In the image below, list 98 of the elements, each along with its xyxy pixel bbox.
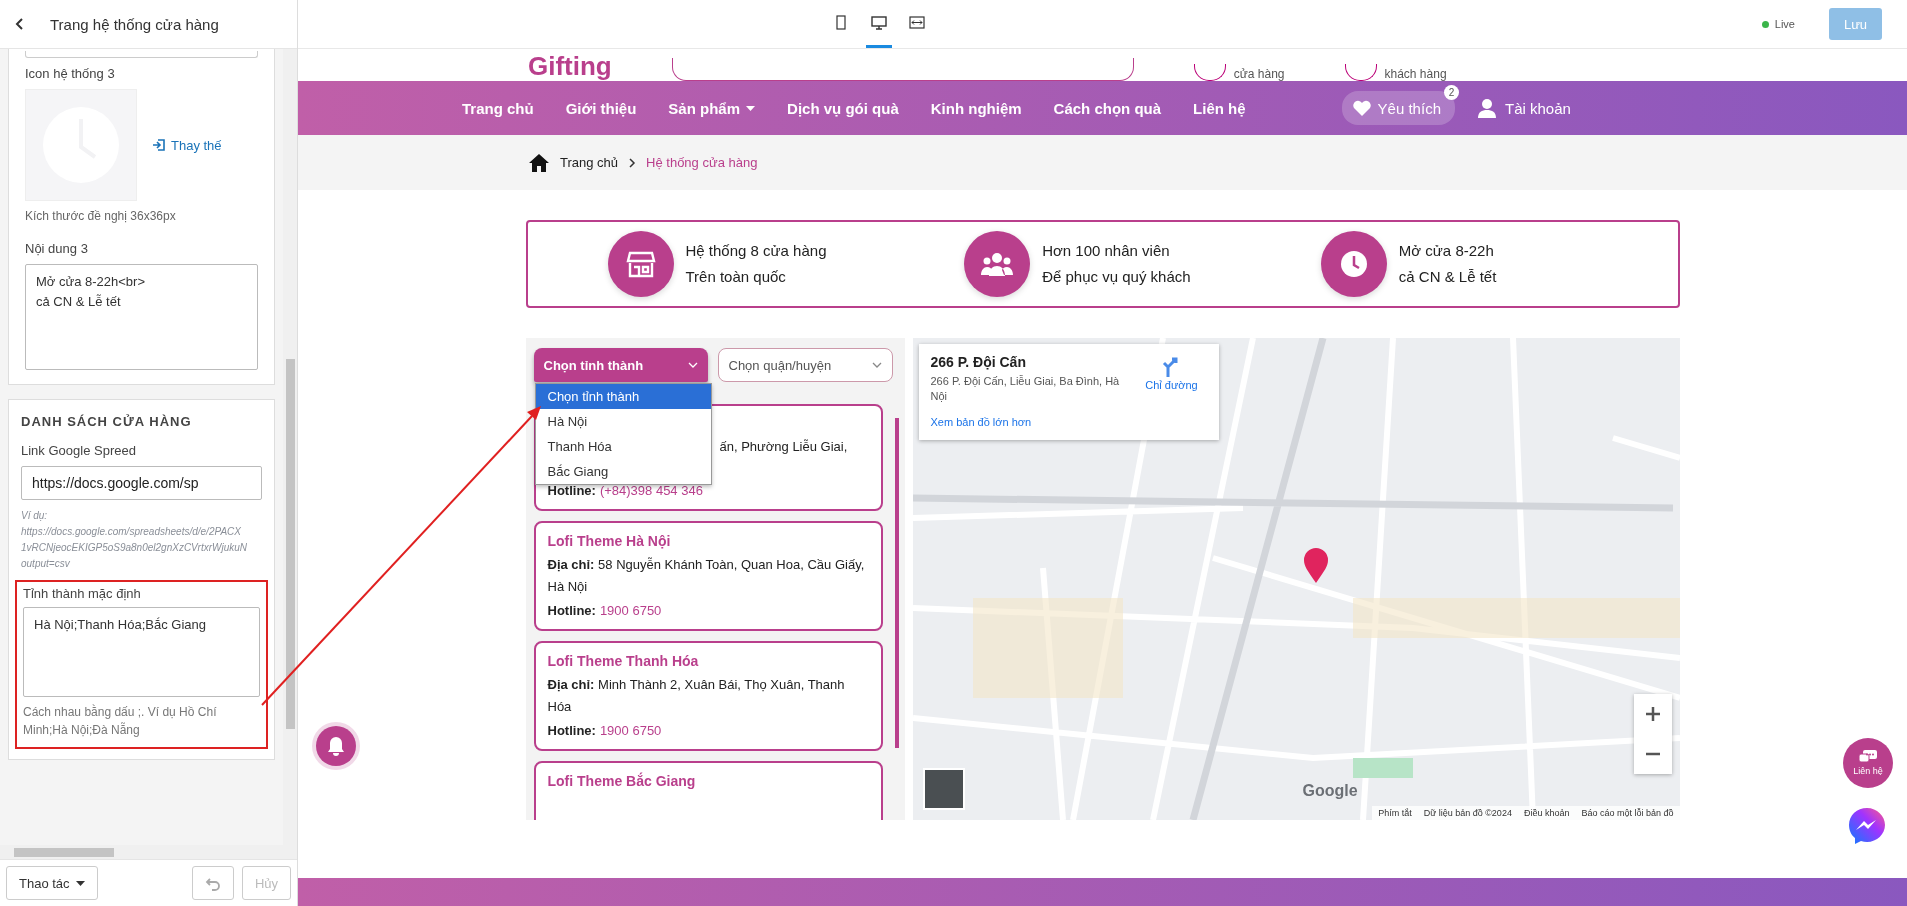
feature-title: Hệ thống 8 cửa hàng <box>685 241 827 261</box>
heart-icon <box>1351 99 1372 117</box>
people-icon <box>981 251 1014 277</box>
satellite-thumbnail[interactable] <box>922 768 965 810</box>
feature-subtitle: Trên toàn quốc <box>685 267 787 287</box>
caret-icon <box>746 105 756 111</box>
count-badge: 2 <box>1444 85 1459 100</box>
enter-arrow-icon <box>151 137 167 153</box>
hotline-number: 1900 6750 <box>599 722 662 740</box>
store-name: Lofi Theme Thanh Hóa <box>547 652 700 671</box>
bell-icon <box>327 736 345 756</box>
store-card[interactable]: Lofi Theme Thanh Hóa Địa chỉ: Minh Thành 2, Xuân Bái, Thọ Xuân, Thanh Hóa Hotline: 1900 6750 <box>533 641 883 751</box>
chat-icon <box>1859 750 1877 764</box>
zoom-in-button[interactable] <box>1633 694 1672 734</box>
map-footer-link[interactable]: Phím tắt <box>1378 808 1412 818</box>
expand-width-icon <box>909 14 925 31</box>
nav-item[interactable]: Kinh nghiệm <box>914 99 1038 117</box>
account-link[interactable]: Tài khoản <box>1471 97 1577 119</box>
province-textarea[interactable]: Hà Nội;Thanh Hóa;Bắc Giang <box>23 607 260 697</box>
larger-map-link[interactable]: Xem bản đồ lớn hơn <box>930 416 1127 428</box>
notification-button[interactable] <box>316 726 356 766</box>
store-address: Địa chỉ: Minh Thành 2, Xuân Bái, Thọ Xuân, Thanh Hóa <box>547 676 846 716</box>
nav-item[interactable]: Giới thiệu <box>549 99 653 117</box>
feature-title: Hơn 100 nhân viên <box>1042 241 1171 261</box>
header-link[interactable]: cửa hàng <box>1233 67 1285 81</box>
header-link[interactable]: khách hàng <box>1384 67 1447 81</box>
hotline-number: 1900 6750 <box>599 602 662 620</box>
example-text: 1vRCNjeocEKIGP5oS9a8n0el2gnXzCVrtxrWjukuN <box>21 541 249 555</box>
field-label: Tỉnh thành mặc định <box>23 586 142 601</box>
undo-icon <box>204 875 221 891</box>
hotline-label: Hotline: <box>547 482 596 500</box>
chevron-icon <box>628 157 637 168</box>
textarea-field[interactable] <box>25 51 258 58</box>
link-input[interactable]: https://docs.google.com/sp <box>21 466 262 500</box>
store-card[interactable]: Lofi Theme Bắc Giang <box>533 761 883 820</box>
nav-item[interactable]: Sản phẩm <box>652 99 772 117</box>
messenger-icon <box>1847 806 1887 846</box>
field-label: Link Google Spreed <box>21 443 137 458</box>
example-text: output=csv <box>21 557 71 571</box>
store-card[interactable]: Lofi Theme Hà Nội Địa chỉ: 58 Nguyễn Khánh Toàn, Quan Hoa, Cầu Giấy, Hà Nội Hotline: 1900 6750 <box>533 521 883 631</box>
map-footer-link[interactable]: Điều khoản <box>1523 808 1570 818</box>
field-hint: Cách nhau bằng dấu ;. Ví dụ Hồ Chí Minh;Hà Nội;Đà Nẵng <box>23 703 218 739</box>
breadcrumb-current: Hệ thống cửa hàng <box>646 155 758 170</box>
nav-item[interactable]: Trang chủ <box>446 99 550 117</box>
nav-item[interactable]: Dịch vụ gói quà <box>771 99 915 117</box>
dropdown-option[interactable]: Chọn tỉnh thành <box>535 384 711 409</box>
hotline-number: (+84)398 454 346 <box>599 482 703 500</box>
contact-button[interactable]: Liên hệ <box>1843 738 1893 788</box>
place-title: 266 P. Đội Cấn <box>930 354 1027 370</box>
list-scrollbar[interactable] <box>894 418 899 748</box>
vertical-scrollbar[interactable] <box>283 49 297 859</box>
place-address: 266 P. Đội Cấn, Liễu Giai, Ba Đình, Hà Nội <box>930 374 1121 404</box>
example-text: https://docs.google.com/spreadsheets/d/e/2PACX <box>21 525 242 539</box>
site-logo[interactable]: Gifting <box>528 51 612 81</box>
feature-subtitle: Để phục vụ quý khách <box>1042 267 1191 287</box>
feature-title: Mở cửa 8-22h <box>1398 241 1495 261</box>
store-name: Lofi Theme Bắc Giang <box>547 771 697 791</box>
size-hint: Kích thước đề nghị 36x36px <box>25 209 177 223</box>
feature-subtitle: cả CN & Lễ tết <box>1398 267 1497 287</box>
replace-link[interactable]: Thay thế <box>151 137 222 153</box>
live-status: Live <box>1761 18 1795 30</box>
caret-icon <box>75 880 85 886</box>
example-text: Ví dụ: <box>21 509 49 523</box>
nav-item[interactable]: Cách chọn quà <box>1037 99 1178 117</box>
store-name: Lofi Theme Hà Nội <box>547 532 672 551</box>
dropdown-option[interactable]: Hà Nội <box>535 409 711 434</box>
actions-button[interactable]: Thao tác <box>6 866 98 900</box>
chevron-down-icon <box>871 362 882 368</box>
map-pin-icon <box>1302 548 1329 584</box>
chevron-down-icon <box>687 362 698 368</box>
dropdown-option[interactable]: Bắc Giang <box>535 459 711 484</box>
breadcrumb-link[interactable]: Trang chủ <box>560 155 619 170</box>
province-select[interactable]: Chọn tỉnh thành <box>533 348 708 382</box>
phone-icon <box>833 14 849 31</box>
content-textarea[interactable]: Mở cửa 8-22h<br> cả CN & Lễ tết <box>25 264 258 370</box>
dropdown-option[interactable]: Thanh Hóa <box>535 434 711 459</box>
field-label: Nội dung 3 <box>25 241 89 256</box>
map-footer-link[interactable]: Dữ liệu bản đồ ©2024 <box>1423 808 1512 818</box>
field-label: Icon hệ thống 3 <box>25 66 116 81</box>
user-icon <box>1477 98 1497 118</box>
hotline-label: Hotline: <box>547 722 596 740</box>
store-address: ấn, Phường Liễu Giai, <box>719 438 849 456</box>
nav-item[interactable]: Liên hệ <box>1177 99 1262 117</box>
store-address: Địa chỉ: 58 Nguyễn Khánh Toàn, Quan Hoa, Cầu Giấy, Hà Nội <box>547 556 866 596</box>
clock-icon <box>1339 250 1368 278</box>
district-select[interactable]: Chọn quận/huyện <box>717 348 893 382</box>
storefront-icon <box>625 249 656 279</box>
map-logo: Google <box>1302 782 1358 800</box>
monitor-icon <box>871 14 887 31</box>
section-heading: DANH SÁCH CỬA HÀNG <box>21 414 193 429</box>
hotline-label: Hotline: <box>547 602 596 620</box>
messenger-button[interactable] <box>1847 806 1887 846</box>
horizontal-scrollbar[interactable] <box>0 845 283 859</box>
directions-link[interactable]: Chỉ đường <box>1136 354 1207 404</box>
plus-icon <box>1644 706 1661 722</box>
map-footer-link[interactable]: Báo cáo một lỗi bản đồ <box>1581 808 1674 818</box>
home-icon[interactable] <box>528 152 550 173</box>
panel-title: Trang hệ thống cửa hàng <box>50 15 219 33</box>
